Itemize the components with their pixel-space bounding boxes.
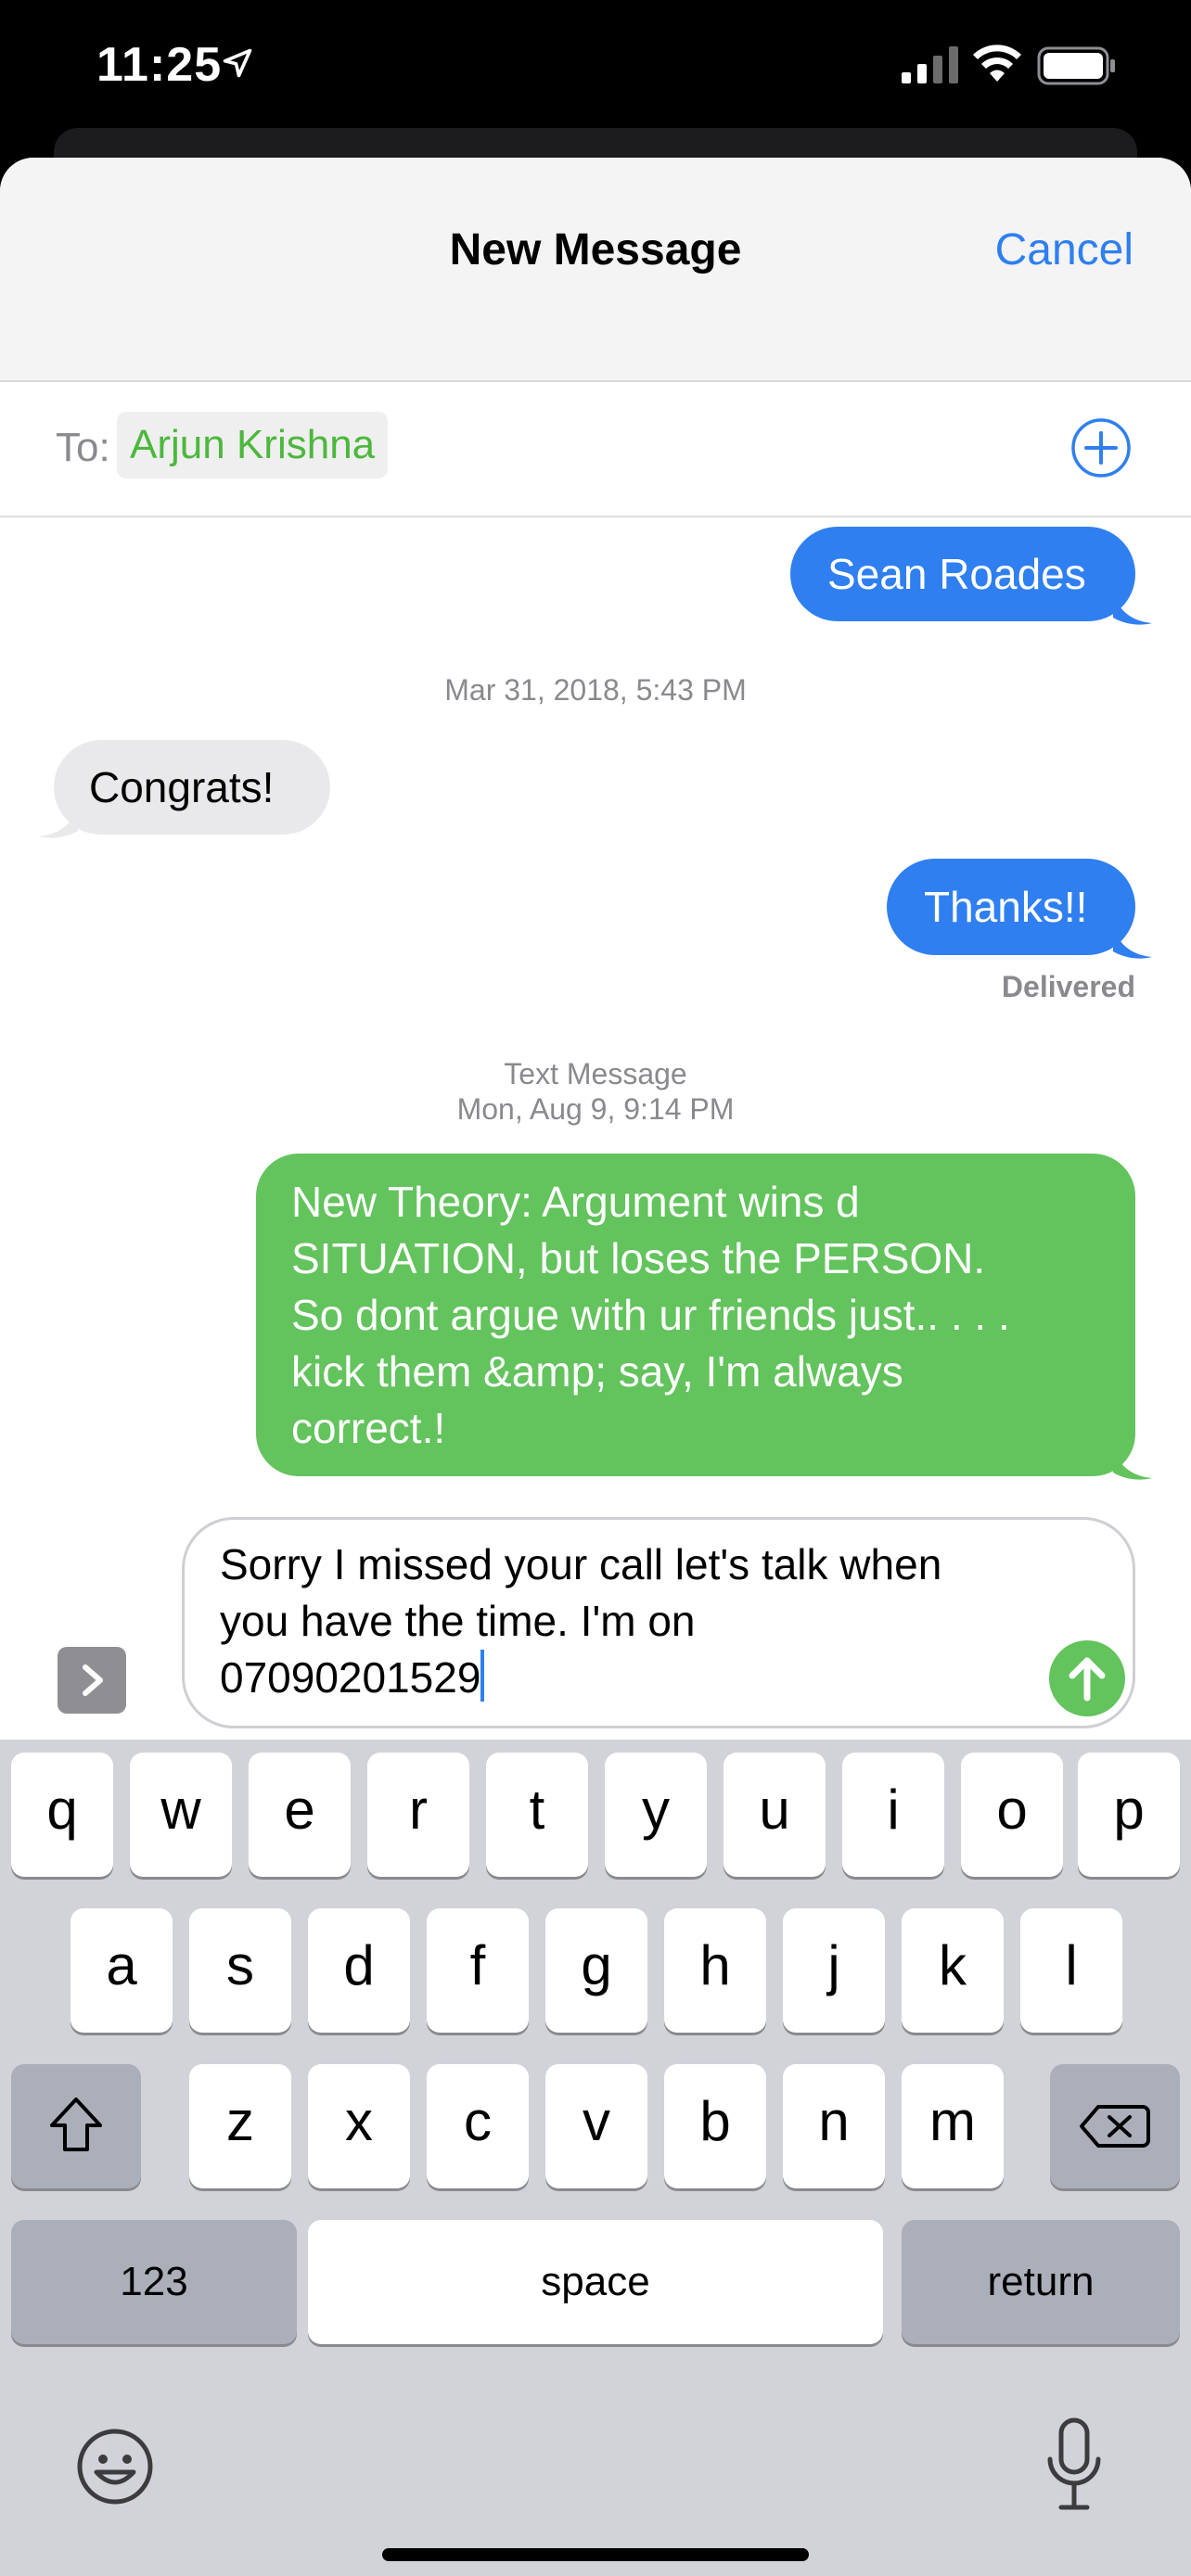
key-i[interactable]: i xyxy=(842,1753,944,1877)
cancel-button[interactable]: Cancel xyxy=(995,224,1133,275)
backspace-icon xyxy=(1080,2105,1150,2148)
key-t[interactable]: t xyxy=(486,1753,588,1877)
key-c[interactable]: c xyxy=(427,2064,529,2188)
input-line: you have the time. I'm on xyxy=(220,1597,696,1645)
key-f[interactable]: f xyxy=(427,1908,529,2033)
recipient-chip[interactable]: Arjun Krishna xyxy=(117,412,389,478)
key-a[interactable]: a xyxy=(70,1908,173,2033)
key-y[interactable]: y xyxy=(605,1753,707,1877)
key-u[interactable]: u xyxy=(724,1753,826,1877)
location-arrow-icon xyxy=(223,48,252,78)
key-h[interactable]: h xyxy=(664,1908,766,2033)
expand-icon xyxy=(83,1664,103,1696)
delivered-label: Delivered xyxy=(1001,970,1135,1003)
key-d[interactable]: d xyxy=(308,1908,410,2033)
key-n[interactable]: n xyxy=(783,2064,885,2188)
key-w[interactable]: w xyxy=(130,1753,232,1877)
key-j[interactable]: j xyxy=(783,1908,885,2033)
key-k[interactable]: k xyxy=(902,1908,1004,2033)
key-e[interactable]: e xyxy=(249,1753,351,1877)
backspace-key[interactable] xyxy=(1050,2064,1180,2188)
key-l[interactable]: l xyxy=(1020,1908,1122,2033)
message-bubble-sent[interactable]: Thanks!! xyxy=(887,859,1135,955)
key-p[interactable]: p xyxy=(1078,1753,1180,1877)
message-input[interactable]: Sorry I missed your call let's talk when… xyxy=(182,1517,1135,1728)
input-line: Sorry I missed your call let's talk when xyxy=(220,1540,942,1588)
recipient-row: To: Arjun Krishna xyxy=(0,382,1191,517)
message-type-label: Text Message xyxy=(504,1057,687,1090)
input-line: 07090201529 xyxy=(220,1653,481,1702)
key-o[interactable]: o xyxy=(961,1753,1063,1877)
message-line: kick them &amp; say, I'm always xyxy=(291,1347,903,1396)
message-line: SITUATION, but loses the PERSON. xyxy=(291,1234,986,1282)
message-input-text[interactable]: Sorry I missed your call let's talk when… xyxy=(220,1537,1036,1706)
microphone-icon[interactable] xyxy=(1044,2417,1104,2513)
text-caret xyxy=(480,1650,485,1702)
key-s[interactable]: s xyxy=(189,1908,291,2033)
message-timestamp: Mon, Aug 9, 9:14 PM xyxy=(456,1092,735,1126)
message-bubble-sms[interactable]: New Theory: Argument wins d SITUATION, b… xyxy=(256,1154,1135,1476)
message-bubble-sent[interactable]: Sean Roades xyxy=(790,527,1135,621)
wifi-icon xyxy=(973,45,1021,82)
send-arrow-icon xyxy=(1069,1657,1106,1702)
message-line: So dont argue with ur friends just.. . .… xyxy=(291,1291,1010,1339)
expand-apps-button[interactable] xyxy=(58,1647,126,1714)
key-g[interactable]: g xyxy=(545,1908,647,2033)
signal-icon xyxy=(902,46,958,83)
nav-bar: New Message Cancel xyxy=(0,158,1191,382)
status-bar: 11:25 xyxy=(0,0,1191,130)
key-r[interactable]: r xyxy=(367,1753,469,1877)
key-b[interactable]: b xyxy=(664,2064,766,2188)
key-m[interactable]: m xyxy=(902,2064,1004,2188)
key-v[interactable]: v xyxy=(545,2064,647,2188)
add-contact-icon[interactable] xyxy=(1070,417,1132,478)
numbers-key[interactable]: 123 xyxy=(11,2220,297,2344)
send-button[interactable] xyxy=(1049,1640,1125,1716)
key-x[interactable]: x xyxy=(308,2064,410,2188)
key-z[interactable]: z xyxy=(189,2064,291,2188)
emoji-icon[interactable] xyxy=(74,2426,156,2507)
message-line: correct.! xyxy=(291,1404,446,1452)
battery-icon xyxy=(1037,46,1115,85)
new-message-sheet: New Message Cancel To: Arjun Krishna Sea… xyxy=(0,158,1191,2576)
message-bubble-received[interactable]: Congrats! xyxy=(54,740,330,835)
status-time: 11:25 xyxy=(96,38,223,92)
keyboard: q w e r t y u i o p a s d f g h j k l z … xyxy=(0,1740,1191,2576)
shift-icon xyxy=(50,2098,102,2151)
message-line: New Theory: Argument wins d xyxy=(291,1178,860,1226)
shift-key[interactable] xyxy=(11,2064,141,2188)
return-key[interactable]: return xyxy=(902,2220,1180,2344)
message-timestamp: Mar 31, 2018, 5:43 PM xyxy=(444,673,747,707)
to-label: To: xyxy=(56,425,110,470)
key-q[interactable]: q xyxy=(11,1753,113,1877)
space-key[interactable]: space xyxy=(308,2220,883,2344)
home-indicator[interactable] xyxy=(382,2548,809,2561)
